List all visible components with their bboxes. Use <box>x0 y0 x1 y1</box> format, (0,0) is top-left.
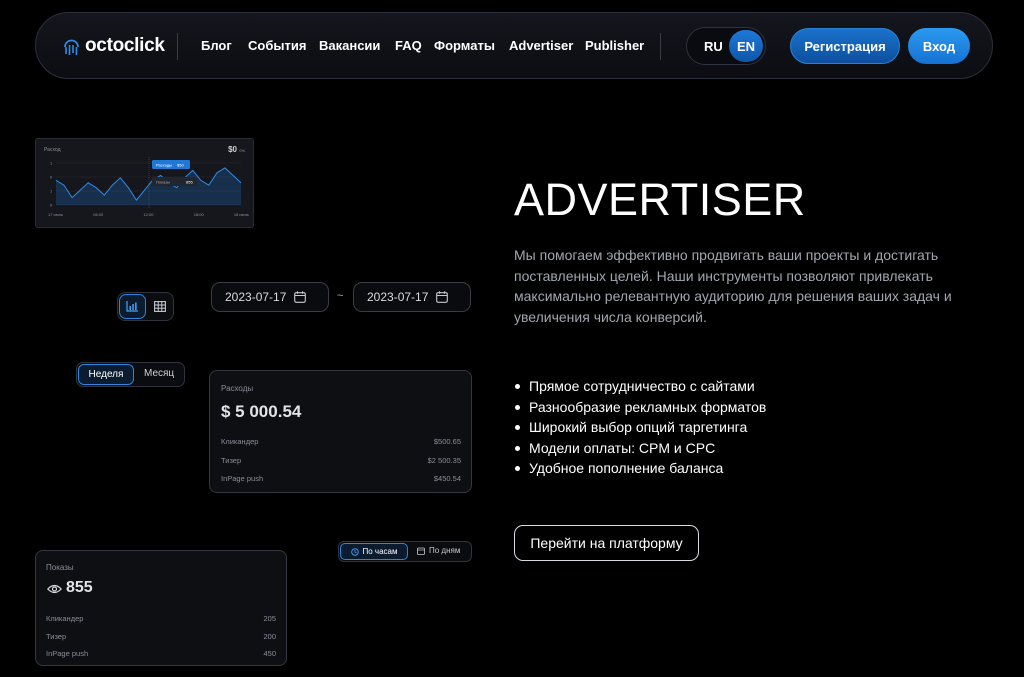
expense-row-value: $450.54 <box>433 474 461 483</box>
chart-y-tick: 0 <box>50 203 53 208</box>
nav-item-publisher[interactable]: Publisher <box>585 38 644 53</box>
by-hours-button[interactable]: По часам <box>340 543 408 560</box>
chart-x-tick: 06:00 <box>93 212 104 217</box>
lang-en-option[interactable]: EN <box>729 30 763 62</box>
table-view-button[interactable] <box>151 298 169 315</box>
top-navbar: octoclick Блог События Вакансии FAQ Форм… <box>35 12 993 79</box>
features-list: Прямое сотрудничество с сайтами Разнообр… <box>514 376 766 479</box>
table-icon <box>154 301 166 312</box>
period-week-button[interactable]: Неделя <box>78 364 134 385</box>
impressions-row-name: Тизер <box>46 632 67 641</box>
expenses-label: Расходы <box>221 384 254 393</box>
period-toggle: Неделя Месяц <box>76 362 185 387</box>
feature-item: Модели оплаты: CPM и CPC <box>514 438 766 459</box>
spend-chart-card: Расход $0 0% 1010 17 июль 06:00 12:00 18:00… <box>35 138 254 228</box>
nav-divider <box>660 33 661 60</box>
chart-y-tick: 1 <box>50 161 53 166</box>
expense-row-name: Кликандер <box>221 437 259 446</box>
nav-item-vacancies[interactable]: Вакансии <box>319 38 380 53</box>
calendar-icon <box>436 291 449 303</box>
chart-tooltip-b-value: 855 <box>186 180 193 185</box>
spend-line-chart: 1 0 1 0 17 июль 06:00 12:00 18:00 18 июль Расхо… <box>48 157 249 217</box>
chart-view-button[interactable] <box>119 294 146 319</box>
feature-item: Разнообразие рекламных форматов <box>514 397 766 418</box>
chart-x-tick: 12:00 <box>143 212 154 217</box>
time-granularity-toggle: По часам По дням <box>338 541 472 562</box>
page-title: ADVERTISER <box>514 174 806 225</box>
feature-item: Прямое сотрудничество с сайтами <box>514 376 766 397</box>
view-toggle <box>117 292 174 321</box>
date-to-value: 2023-07-17 <box>367 290 429 304</box>
nav-item-formats[interactable]: Форматы <box>434 38 495 53</box>
feature-item: Широкий выбор опций таргетинга <box>514 417 766 438</box>
impressions-row-value: 205 <box>263 614 276 623</box>
impressions-row-value: 450 <box>263 649 276 658</box>
chart-y-tick: 0 <box>50 175 53 180</box>
chart-tooltip-a-value: $50 <box>177 163 184 168</box>
calendar-icon <box>294 291 307 303</box>
date-to-field[interactable]: 2023-07-17 <box>353 282 471 312</box>
lang-ru-option[interactable]: RU <box>704 39 723 54</box>
clock-icon <box>350 547 359 556</box>
language-switch: RU EN <box>686 27 766 65</box>
by-days-label: По дням <box>429 546 461 555</box>
nav-item-blog[interactable]: Блог <box>201 38 232 53</box>
period-month-button[interactable]: Месяц <box>144 368 174 379</box>
feature-item: Удобное пополнение баланса <box>514 458 766 479</box>
expenses-amount: $ 5 000.54 <box>221 402 302 421</box>
expenses-card: Расходы $ 5 000.54 Кликандер $500.65 Тиз… <box>209 370 472 493</box>
logo-text: octoclick <box>85 35 165 56</box>
by-hours-label: По часам <box>362 547 398 556</box>
login-button[interactable]: Вход <box>908 28 970 64</box>
expense-row-value: $500.65 <box>433 437 461 446</box>
impressions-row-name: Кликандер <box>46 614 84 623</box>
chart-x-tick: 17 июль <box>48 212 63 217</box>
logo[interactable]: octoclick <box>63 35 165 57</box>
impressions-label: Показы <box>46 563 74 572</box>
impressions-row-value: 200 <box>263 632 276 641</box>
eye-icon <box>47 584 62 594</box>
impressions-count: 855 <box>66 579 93 596</box>
hero-description: Мы помогаем эффективно продвигать ваши п… <box>514 247 952 325</box>
impressions-row-name: InPage push <box>46 649 89 658</box>
date-from-field[interactable]: 2023-07-17 <box>211 282 329 312</box>
nav-item-events[interactable]: События <box>248 38 306 53</box>
chart-x-tick: 18:00 <box>194 212 205 217</box>
chart-x-tick: 18 июль <box>234 212 249 217</box>
calendar-icon <box>417 547 425 555</box>
bar-chart-icon <box>126 301 138 312</box>
nav-item-faq[interactable]: FAQ <box>395 38 422 53</box>
date-from-value: 2023-07-17 <box>225 290 287 304</box>
expense-row-name: Тизер <box>221 456 242 465</box>
chart-y-tick: 1 <box>50 189 53 194</box>
by-days-button[interactable]: По дням <box>417 546 460 555</box>
chart-tooltip-a-label: Расходы <box>156 163 172 168</box>
chart-tooltip-b-label: Показы <box>156 180 170 185</box>
date-separator: ~ <box>337 290 344 302</box>
expense-row-value: $2 500.35 <box>427 456 461 465</box>
go-to-platform-button[interactable]: Перейти на платформу <box>514 525 699 561</box>
octoclick-logo-icon <box>64 39 79 55</box>
register-button[interactable]: Регистрация <box>790 28 900 64</box>
nav-item-advertiser[interactable]: Advertiser <box>509 38 573 53</box>
expense-row-name: InPage push <box>221 474 264 483</box>
nav-divider <box>177 33 178 60</box>
impressions-card: Показы 855 Кликандер 205 Тизер 200 InPag… <box>35 550 287 666</box>
